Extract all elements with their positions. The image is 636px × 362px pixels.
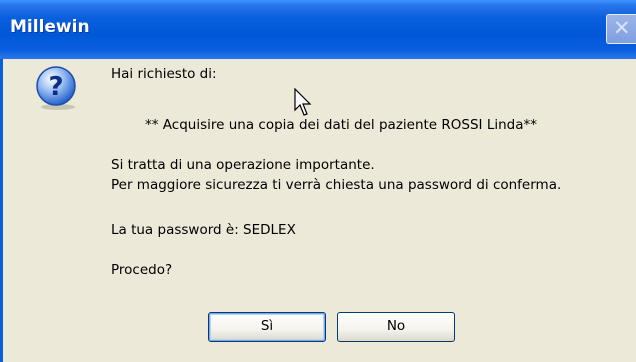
prompt-heading: Hai richiesto di: (111, 66, 217, 82)
confirm-question: Procedo? (111, 262, 173, 278)
warning-line: Si tratta di una operazione importante. (111, 157, 375, 173)
no-button[interactable]: No (337, 312, 455, 342)
yes-button[interactable]: Sì (208, 312, 326, 342)
dialog-window: Millewin ✕ ? Hai richiesto di: ** Acquis… (0, 0, 636, 362)
title-bar[interactable]: Millewin ✕ (0, 0, 636, 59)
action-description: ** Acquisire una copia dei dati del pazi… (145, 117, 537, 133)
security-note: Per maggiore sicurezza ti verrà chiesta … (111, 177, 562, 193)
mouse-cursor-icon (294, 88, 312, 116)
window-title: Millewin (10, 17, 90, 37)
svg-text:?: ? (48, 72, 63, 102)
close-icon: ✕ (613, 16, 631, 40)
password-line: La tua password è: SEDLEX (111, 222, 296, 238)
close-button[interactable]: ✕ (606, 14, 636, 44)
question-icon: ? (36, 66, 76, 110)
